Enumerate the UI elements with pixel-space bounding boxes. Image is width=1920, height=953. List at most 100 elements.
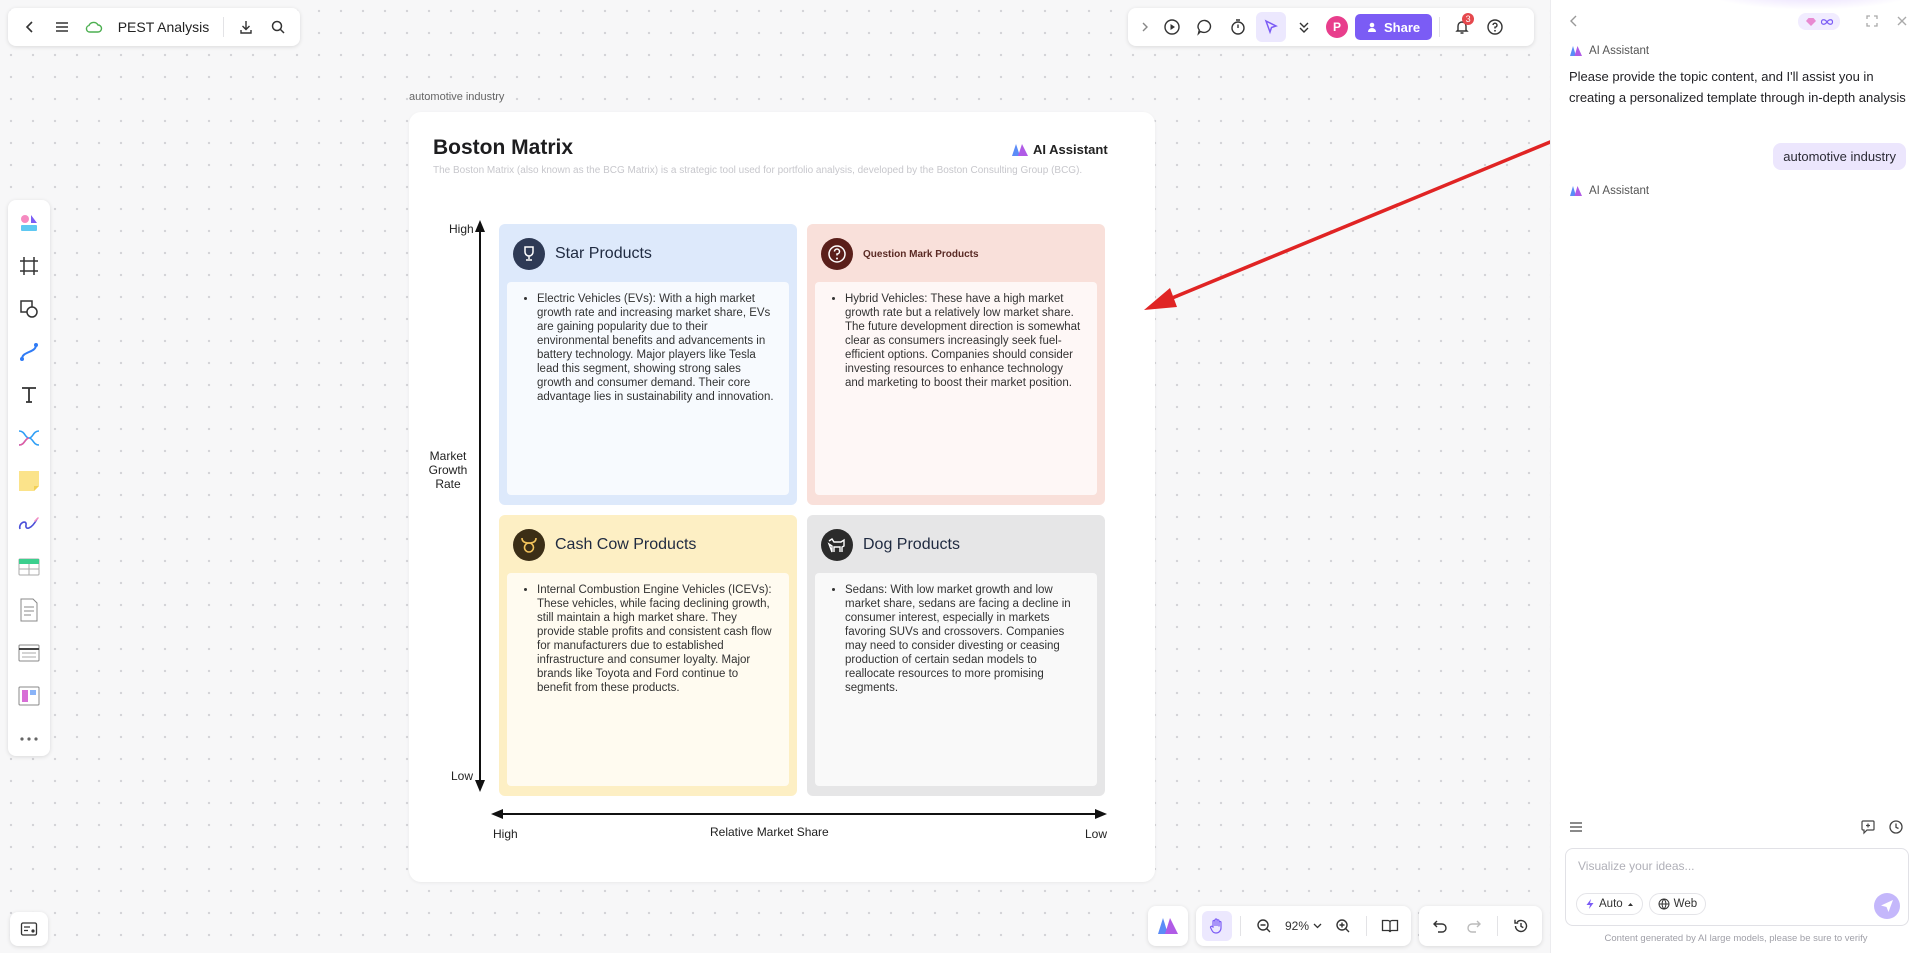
quadrant-body: Electric Vehicles (EVs): With a high mar… — [507, 282, 789, 495]
prompt-options: Auto Web — [1576, 893, 1707, 915]
credits-badge[interactable] — [1798, 13, 1840, 30]
cloud-sync-icon — [80, 12, 108, 42]
templates-icon[interactable] — [12, 206, 46, 241]
annotation-arrow — [1144, 131, 1573, 310]
infinity-icon — [1820, 18, 1833, 25]
help-icon[interactable] — [1480, 12, 1510, 42]
text-tool-icon[interactable] — [12, 378, 46, 413]
zoom-in-icon[interactable] — [1328, 911, 1358, 941]
expand-icon[interactable] — [1857, 6, 1887, 36]
sticky-note-icon[interactable] — [12, 464, 46, 499]
quadrant-text: Hybrid Vehicles: These have a high marke… — [845, 292, 1083, 390]
caret-up-icon — [1627, 902, 1633, 906]
document-icon[interactable] — [12, 592, 46, 627]
new-chat-icon[interactable] — [1853, 812, 1883, 842]
ai-prompt-input[interactable] — [1578, 859, 1898, 873]
author-name: AI Assistant — [1589, 45, 1650, 57]
pen-icon[interactable] — [12, 506, 46, 541]
send-button[interactable] — [1874, 893, 1900, 919]
connector-icon[interactable] — [12, 335, 46, 370]
zoom-level: 92% — [1285, 919, 1310, 933]
divider — [223, 17, 225, 37]
web-search-toggle[interactable]: Web — [1648, 893, 1707, 915]
author-name: AI Assistant — [1589, 185, 1650, 197]
cursor-follow-icon[interactable] — [1256, 12, 1286, 42]
user-message: automotive industry — [1773, 143, 1906, 170]
table-icon[interactable] — [12, 549, 46, 584]
view-controls: 92% — [1196, 906, 1412, 946]
quadrant-title: Star Products — [555, 245, 652, 262]
share-button[interactable]: Share — [1355, 14, 1433, 40]
download-icon[interactable] — [232, 12, 260, 42]
notification-bell-icon[interactable]: 3 — [1447, 12, 1477, 42]
dog-products-quadrant[interactable]: Dog Products Sedans: With low market gro… — [807, 515, 1105, 796]
top-left-toolbar: PEST Analysis — [8, 8, 300, 46]
minimap-toggle-button[interactable] — [10, 912, 48, 946]
assistant-author: AI Assistant — [1569, 45, 1649, 57]
boston-matrix-frame[interactable]: Boston Matrix AI Assistant The Boston Ma… — [409, 112, 1155, 882]
frame-icon[interactable] — [12, 249, 46, 284]
y-axis-high-label: High — [449, 222, 474, 236]
map-card-icon — [20, 922, 38, 936]
shape-icon[interactable] — [12, 292, 46, 327]
present-icon[interactable] — [1157, 12, 1187, 42]
back-icon[interactable] — [16, 12, 44, 42]
redo-icon[interactable] — [1459, 911, 1489, 941]
comment-icon[interactable] — [1190, 12, 1220, 42]
divider — [1240, 916, 1241, 936]
share-label: Share — [1384, 19, 1421, 35]
web-label: Web — [1673, 898, 1698, 910]
ai-prompt-box: Auto Web — [1565, 848, 1909, 926]
history-icon[interactable] — [1506, 911, 1536, 941]
ai-assistant-panel: AI Assistant Please provide the topic co… — [1550, 0, 1920, 953]
bottom-toolbar: 92% — [1148, 906, 1543, 946]
quadrant-header: Dog Products — [815, 523, 1097, 567]
quadrant-title: Question Mark Products — [863, 248, 979, 260]
timer-icon[interactable] — [1223, 12, 1253, 42]
globe-icon — [1658, 898, 1670, 910]
undo-icon[interactable] — [1425, 911, 1455, 941]
divider — [1497, 916, 1499, 936]
zoom-level-select[interactable]: 92% — [1283, 919, 1324, 933]
more-icon[interactable] — [12, 721, 46, 756]
quadrant-title: Cash Cow Products — [555, 536, 697, 553]
chevron-down-icon — [1313, 923, 1322, 929]
collapse-panel-icon[interactable] — [1559, 6, 1589, 36]
question-mark-icon — [821, 238, 853, 270]
top-right-toolbar: P Share 3 — [1128, 8, 1534, 46]
ai-logo-button[interactable] — [1148, 906, 1188, 946]
send-icon — [1881, 900, 1893, 912]
list-icon[interactable] — [12, 635, 46, 670]
search-icon[interactable] — [264, 12, 292, 42]
cash-cow-products-quadrant[interactable]: Cash Cow Products Internal Combustion En… — [499, 515, 797, 796]
gem-icon — [1805, 17, 1816, 26]
zoom-out-icon[interactable] — [1249, 911, 1279, 941]
ai-disclaimer: Content generated by AI large models, pl… — [1604, 933, 1868, 944]
quadrant-body: Sedans: With low market growth and low m… — [815, 573, 1097, 786]
quadrant-header: Cash Cow Products — [507, 523, 789, 567]
hand-tool-icon[interactable] — [1202, 911, 1232, 941]
layout-icon[interactable] — [12, 678, 46, 713]
avatar[interactable]: P — [1326, 16, 1348, 38]
y-axis-low-label: Low — [451, 769, 474, 783]
double-chevron-down-icon[interactable] — [1289, 12, 1319, 42]
close-icon[interactable] — [1887, 6, 1917, 36]
mode-select[interactable]: Auto — [1576, 893, 1643, 915]
book-view-icon[interactable] — [1375, 911, 1405, 941]
chevron-right-icon[interactable] — [1136, 12, 1154, 42]
assistant-message: Please provide the topic content, and I'… — [1569, 69, 1906, 105]
chat-history-icon[interactable] — [1881, 812, 1911, 842]
x-axis-high-label: High — [493, 827, 518, 841]
frame-label[interactable]: automotive industry — [409, 91, 504, 103]
mode-label: Auto — [1599, 898, 1623, 910]
mind-map-icon[interactable] — [12, 421, 46, 456]
x-axis-low-label: Low — [1085, 827, 1108, 841]
quadrant-header: Question Mark Products — [815, 232, 1097, 276]
assistant-author: AI Assistant — [1569, 185, 1649, 197]
chat-list-icon[interactable] — [1561, 812, 1591, 842]
question-mark-products-quadrant[interactable]: Question Mark Products Hybrid Vehicles: … — [807, 224, 1105, 505]
ai-logo-icon — [1570, 186, 1582, 196]
document-title[interactable]: PEST Analysis — [118, 19, 210, 35]
star-products-quadrant[interactable]: Star Products Electric Vehicles (EVs): W… — [499, 224, 797, 505]
menu-icon[interactable] — [48, 12, 76, 42]
